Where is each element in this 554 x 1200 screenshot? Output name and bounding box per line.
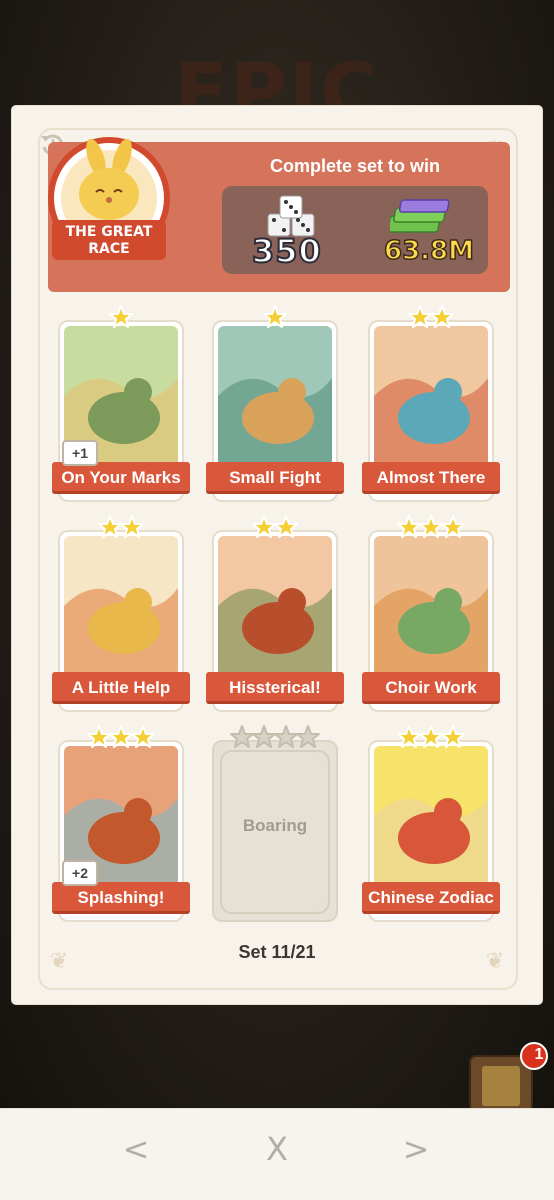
cash-reward-value: 63.8M [383, 235, 475, 267]
set-name-line1: THE GREAT [65, 224, 153, 240]
card-illustration [218, 536, 332, 676]
sticker-card[interactable]: Chinese Zodiac [362, 725, 500, 922]
rarity-stars [212, 514, 338, 542]
rarity-stars [368, 514, 494, 542]
sticker-card[interactable]: Boaring [212, 725, 338, 922]
cash-stack-icon [390, 199, 450, 233]
card-label: Hissterical! [206, 672, 344, 704]
card-illustration [218, 326, 332, 466]
set-name-line2: RACE [88, 241, 130, 257]
card-label: Choir Work [362, 672, 500, 704]
close-button[interactable]: X [255, 1127, 299, 1171]
card-illustration [374, 536, 488, 676]
rarity-stars [368, 724, 494, 752]
set-name: THE GREAT RACE [52, 224, 166, 258]
gift-badge-count: 1 [534, 1046, 544, 1063]
card-label: On Your Marks [52, 462, 190, 494]
star-icon [274, 515, 298, 538]
card-label: Splashing! [52, 882, 190, 914]
card-label: Almost There [362, 462, 500, 494]
star-icon [430, 305, 454, 328]
card-label: A Little Help [52, 672, 190, 704]
card-illustration [374, 746, 488, 886]
sticker-card[interactable]: Choir Work [362, 515, 500, 712]
album-set-panel: ❦ ❦ ❦ THE GREAT RACE Complete set to win [12, 106, 542, 1004]
dice-reward-value: 350 [251, 231, 322, 271]
card-label: Chinese Zodiac [362, 882, 500, 914]
rarity-stars [212, 724, 338, 752]
rarity-stars [58, 724, 184, 752]
star-icon [296, 725, 320, 748]
star-icon [263, 305, 287, 328]
sticker-card[interactable]: Small Fight [206, 305, 344, 502]
star-icon [120, 515, 144, 538]
sticker-card[interactable]: Splashing! +2 [52, 725, 190, 922]
sticker-card[interactable]: Hissterical! [206, 515, 344, 712]
forward-button[interactable]: > [394, 1127, 438, 1171]
sticker-card[interactable]: On Your Marks +1 [52, 305, 190, 502]
rarity-stars [212, 304, 338, 332]
back-button[interactable]: < [114, 1127, 158, 1171]
star-icon [441, 725, 465, 748]
star-icon [441, 515, 465, 538]
sticker-card[interactable]: Almost There [362, 305, 500, 502]
card-illustration [64, 536, 178, 676]
duplicate-count-badge: +1 [62, 440, 98, 466]
duplicate-count-badge: +2 [62, 860, 98, 886]
card-label: Small Fight [206, 462, 344, 494]
sticker-card[interactable]: A Little Help [52, 515, 190, 712]
reward-box: 350 63.8M [222, 186, 488, 274]
card-illustration [374, 326, 488, 466]
star-icon [109, 305, 133, 328]
set-progress: Set 11/21 [238, 942, 316, 962]
rarity-stars [368, 304, 494, 332]
locked-card-label: Boaring [242, 816, 308, 835]
rarity-stars [58, 304, 184, 332]
star-icon [131, 725, 155, 748]
complete-set-text: Complete set to win [269, 156, 440, 176]
rarity-stars [58, 514, 184, 542]
browser-bottom-bar: < X > [0, 1108, 554, 1200]
